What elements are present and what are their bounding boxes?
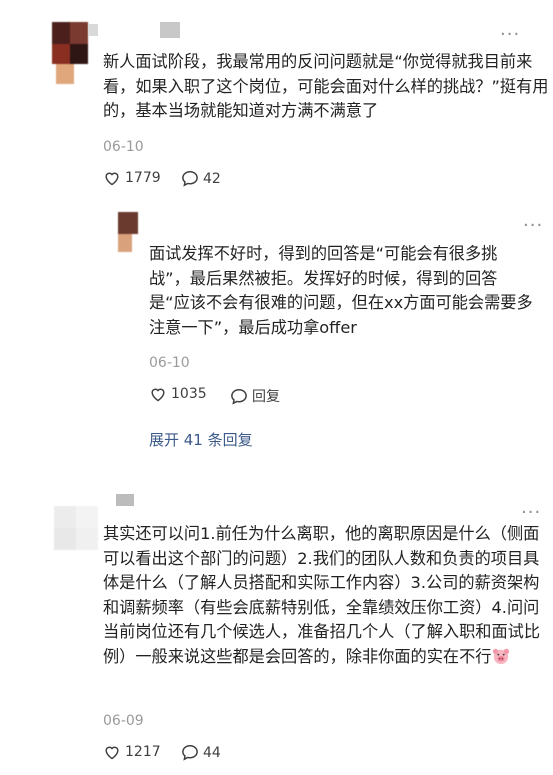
comment-bubble-icon — [231, 388, 247, 405]
reply-text: 面试发挥不好时，得到的回答是“可能会有很多挑战”，最后果然被拒。发挥好的时候，得… — [149, 244, 533, 337]
comment-button[interactable]: 42 — [181, 170, 221, 187]
reply-label: 回复 — [252, 389, 280, 405]
comment-text-content: 其实还可以问1.前任为什么离职，他的离职原因是什么（侧面可以看出这个部门的问题）… — [103, 524, 541, 666]
username-blurred[interactable] — [88, 24, 98, 36]
heart-outline-icon — [105, 746, 119, 760]
like-count: 1217 — [125, 744, 161, 760]
reply-count: 42 — [203, 170, 221, 187]
comment-date: 06-09 — [103, 713, 144, 729]
comment-bubble-icon — [182, 170, 198, 187]
pig-face-emoji-icon — [492, 648, 509, 664]
avatar[interactable] — [52, 22, 88, 86]
username-blurred[interactable] — [116, 494, 134, 506]
comment-date: 06-10 — [103, 139, 144, 155]
comment-bubble-icon — [182, 744, 198, 761]
more-dots-icon[interactable]: ··· — [521, 504, 541, 522]
username-blurred[interactable] — [160, 22, 180, 38]
comment-card: ··· 其实还可以问1.前任为什么离职，他的离职原因是什么（侧面可以看出这个部门… — [0, 488, 553, 775]
like-button[interactable]: 1779 — [103, 170, 161, 186]
more-dots-icon[interactable]: ··· — [523, 217, 543, 235]
heart-outline-icon — [105, 172, 119, 186]
comment-text: 新人面试阶段，我最常用的反问问题就是“你觉得就我目前来看，如果入职了这个岗位，可… — [103, 52, 549, 120]
reply-card: ··· 面试发挥不好时，得到的回答是“可能会有很多挑战”，最后果然被拒。发挥好的… — [0, 208, 553, 488]
reply-date: 06-10 — [149, 355, 190, 371]
reply-count: 44 — [203, 744, 221, 761]
heart-outline-icon — [151, 388, 165, 402]
expand-replies-link[interactable]: 展开 41 条回复 — [149, 429, 253, 450]
more-dots-icon[interactable]: ··· — [500, 26, 520, 44]
comment-card: ··· 新人面试阶段，我最常用的反问问题就是“你觉得就我目前来看，如果入职了这个… — [0, 0, 553, 208]
comment-button[interactable]: 44 — [181, 744, 221, 761]
avatar[interactable] — [54, 506, 98, 550]
like-count: 1035 — [171, 386, 207, 402]
avatar[interactable] — [118, 212, 140, 254]
like-button[interactable]: 1217 — [103, 744, 161, 760]
comment-text: 其实还可以问1.前任为什么离职，他的离职原因是什么（侧面可以看出这个部门的问题）… — [103, 522, 548, 669]
reply-button[interactable]: 回复 — [230, 386, 280, 406]
like-button[interactable]: 1035 — [149, 386, 207, 402]
like-count: 1779 — [125, 170, 161, 186]
